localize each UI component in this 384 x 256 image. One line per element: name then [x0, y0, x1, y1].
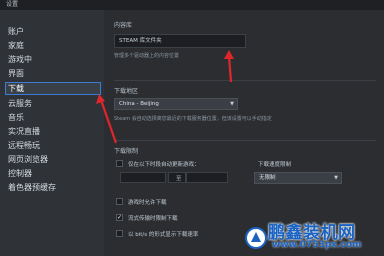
time-separator: 至 [176, 176, 182, 182]
sidebar-item-cloud[interactable]: 云服务 [6, 98, 100, 109]
allow-while-playing-label: 游戏时允许下载 [128, 200, 167, 206]
content-library-hint: 管理多个驱动器上的内容位置 [114, 53, 180, 59]
schedule-checkbox-label: 仅在以下时段自动更新游戏： [128, 162, 200, 168]
sidebar-item-account[interactable]: 账户 [6, 26, 100, 37]
sidebar-item-in-game[interactable]: 游戏中 [6, 54, 100, 65]
throttle-streaming-label: 流式传输时限制下载 [128, 216, 178, 222]
sidebar-item-downloads[interactable]: 下载 [5, 82, 101, 95]
section-divider [114, 80, 376, 81]
bandwidth-limit-value: 无限制 [259, 175, 276, 181]
show-bits-checkbox[interactable] [116, 230, 123, 237]
download-region-hint: Steam 会自动选择离您最近的下载服务器位置，但该设置可以手动指定 [114, 116, 272, 122]
download-region-title: 下载地区 [114, 88, 139, 95]
checkmark-icon: ✓ [117, 214, 123, 221]
schedule-checkbox[interactable] [116, 160, 123, 167]
sidebar-item-shader-cache[interactable]: 着色器预缓存 [6, 182, 100, 193]
sidebar-item-family[interactable]: 家庭 [6, 40, 100, 51]
watermark-logo-icon [245, 227, 267, 249]
settings-sidebar: 账户 家庭 游戏中 界面 下载 云服务 音乐 实况直播 远程畅玩 网页浏览器 控… [0, 10, 104, 256]
site-watermark: 鹏鑫装机网 www.0753px.com [242, 218, 382, 256]
download-region-select[interactable]: China - Beijing ▼ [114, 98, 238, 110]
sidebar-item-controller[interactable]: 控制器 [6, 168, 100, 179]
sidebar-item-music[interactable]: 音乐 [6, 112, 100, 123]
sidebar-item-remote-play[interactable]: 远程畅玩 [6, 140, 100, 151]
throttle-streaming-checkbox[interactable]: ✓ [116, 214, 123, 221]
sidebar-item-interface[interactable]: 界面 [6, 68, 100, 79]
bandwidth-limit-select[interactable]: 无限制 ▼ [254, 172, 342, 184]
section-divider [114, 140, 376, 141]
sidebar-item-web-browser[interactable]: 网页浏览器 [6, 154, 100, 165]
window-title: 设置 [0, 0, 384, 10]
end-time-input[interactable] [186, 172, 228, 183]
watermark-url: www.0753px.com [272, 240, 362, 250]
start-time-input[interactable] [120, 172, 166, 183]
download-limits-title: 下载限制 [114, 148, 139, 155]
download-region-value: China - Beijing [119, 101, 159, 107]
steam-library-folders-button[interactable]: STEAM 库文件夹 [114, 34, 246, 48]
content-library-title: 内容库 [114, 22, 133, 29]
show-bits-label: 以 bit/s 的形式显示下载速率 [128, 232, 199, 238]
allow-while-playing-checkbox[interactable] [116, 198, 123, 205]
bandwidth-limit-label: 下载速度限制 [258, 162, 292, 168]
chevron-down-icon: ▼ [334, 175, 338, 181]
sidebar-item-broadcasting[interactable]: 实况直播 [6, 126, 100, 137]
chevron-down-icon: ▼ [230, 101, 234, 107]
